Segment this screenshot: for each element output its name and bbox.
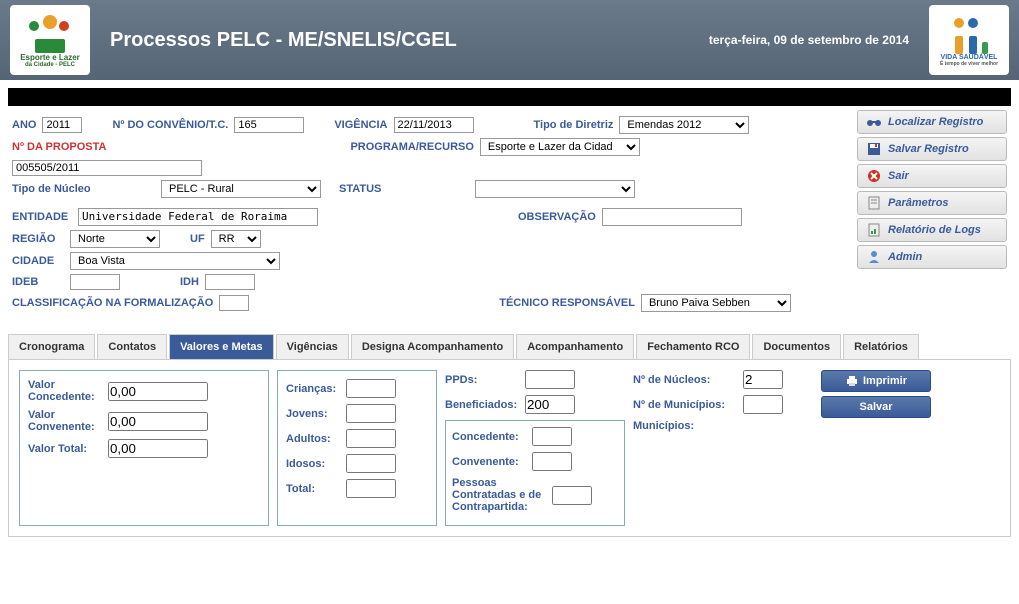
regiao-select[interactable]: Norte [70,230,160,248]
report-icon [866,223,882,237]
tab-documentos[interactable]: Documentos [752,334,841,359]
idh-label: IDH [180,276,199,288]
adultos-label: Adultos: [286,433,346,445]
ideb-input[interactable] [70,274,120,290]
admin-button[interactable]: Admin [857,245,1007,269]
tab-fechamento[interactable]: Fechamento RCO [636,334,750,359]
nucleos-input[interactable] [743,370,783,389]
tab-acompanhamento[interactable]: Acompanhamento [516,334,634,359]
print-icon [845,375,859,387]
benef-label: Beneficiados: [445,399,525,411]
tab-relatorios[interactable]: Relatórios [843,334,919,359]
idosos-label: Idosos: [286,458,346,470]
regiao-label: REGIÃO [12,233,64,245]
parametros-button[interactable]: Parâmetros [857,191,1007,215]
status-select[interactable] [475,180,635,198]
conv2-label: Convenente: [452,456,532,468]
observacao-input[interactable] [602,208,742,226]
total2-label: Total: [286,483,346,495]
jovens-label: Jovens: [286,408,346,420]
tab-contatos[interactable]: Contatos [97,334,167,359]
convenio-input[interactable] [234,117,304,133]
header-date: terça-feira, 09 de setembro de 2014 [709,33,929,47]
tabs: Cronograma Contatos Valores e Metas Vigê… [8,334,1011,360]
entidade-input[interactable]: Universidade Federal de Roraima [78,208,318,226]
idh-input[interactable] [205,274,255,290]
logo-vida-saudavel: VIDA SAUDÁVEL É tempo de viver melhor [929,5,1009,75]
adultos-input[interactable] [346,429,396,448]
observacao-label: OBSERVAÇÃO [518,211,596,223]
salvar2-button[interactable]: Salvar [821,396,931,418]
tab-designa[interactable]: Designa Acompanhamento [351,334,514,359]
conc2-input[interactable] [532,427,572,446]
idosos-input[interactable] [346,454,396,473]
uf-select[interactable]: RR [211,230,261,248]
pessoas-input[interactable] [552,486,592,505]
header: Esporte e Lazer da Cidade - PELC Process… [0,0,1019,80]
ano-input[interactable] [42,117,82,133]
vigencia-label: VIGÊNCIA [334,119,387,131]
convenio-label: Nº DO CONVÊNIO/T.C. [112,119,228,131]
municipios-label: Nº de Municípios: [633,399,743,411]
tab-cronograma[interactable]: Cronograma [8,334,95,359]
valor-concedente-label: Valor Concedente: [28,379,108,403]
total2-input[interactable] [346,479,396,498]
close-icon [866,169,882,183]
vigencia-input[interactable] [394,117,474,133]
tab-valores-metas[interactable]: Valores e Metas [169,334,274,359]
cidade-label: CIDADE [12,255,64,267]
form-area: Localizar Registro Salvar Registro Sair … [0,110,1019,322]
document-icon [866,196,882,210]
classif-input[interactable] [219,295,249,311]
diretriz-label: Tipo de Diretriz [534,119,614,131]
conv2-input[interactable] [532,452,572,471]
ano-label: ANO [12,119,36,131]
logs-button[interactable]: Relatório de Logs [857,218,1007,242]
localizar-button[interactable]: Localizar Registro [857,110,1007,134]
nucleos-label: Nº de Núcleos: [633,374,743,386]
valor-convenente-input[interactable] [108,412,208,431]
imprimir-button[interactable]: Imprimir [821,370,931,392]
municipios-input[interactable] [743,395,783,414]
ppds-input[interactable] [525,370,575,389]
classif-label: CLASSIFICAÇÃO NA FORMALIZAÇÃO [12,297,213,309]
tab-vigencias[interactable]: Vigências [276,334,349,359]
pessoas-label: Pessoas Contratadas e de Contrapartida: [452,477,552,513]
user-icon [866,250,882,264]
salvar-button[interactable]: Salvar Registro [857,137,1007,161]
logo-esporte-lazer: Esporte e Lazer da Cidade - PELC [10,5,90,75]
proposta-input[interactable] [12,160,202,176]
valor-total-label: Valor Total: [28,443,108,455]
munlist-label: Municípios: [633,420,713,432]
diretriz-select[interactable]: Emendas 2012 [619,116,749,134]
status-label: STATUS [339,183,469,195]
conc2-label: Concedente: [452,431,532,443]
valor-convenente-label: Valor Convenente: [28,409,108,433]
valor-concedente-input[interactable] [108,382,208,401]
binoculars-icon [866,115,882,129]
disk-icon [866,142,882,156]
programa-select[interactable]: Esporte e Lazer da Cidad [480,138,640,156]
tecnico-select[interactable]: Bruno Paiva Sebben [641,294,791,312]
cidade-select[interactable]: Boa Vista [70,252,280,270]
nucleo-select[interactable]: PELC - Rural [161,180,321,198]
ppds-label: PPDs: [445,374,525,386]
programa-label: PROGRAMA/RECURSO [350,141,473,153]
criancas-input[interactable] [346,379,396,398]
page-title: Processos PELC - ME/SNELIS/CGEL [90,29,709,52]
valor-total-input[interactable] [108,439,208,458]
uf-label: UF [190,233,205,245]
proposta-label: Nº DA PROPOSTA [12,141,106,153]
benef-input[interactable] [525,395,575,414]
tab-content: Valor Concedente: Valor Convenente: Valo… [8,360,1011,537]
ideb-label: IDEB [12,276,64,288]
criancas-label: Crianças: [286,383,346,395]
nucleo-label: Tipo de Núcleo [12,183,107,195]
jovens-input[interactable] [346,404,396,423]
sidebar: Localizar Registro Salvar Registro Sair … [857,110,1007,272]
tecnico-label: TÉCNICO RESPONSÁVEL [499,297,635,309]
sair-button[interactable]: Sair [857,164,1007,188]
black-bar [8,88,1011,106]
entidade-label: ENTIDADE [12,211,72,223]
